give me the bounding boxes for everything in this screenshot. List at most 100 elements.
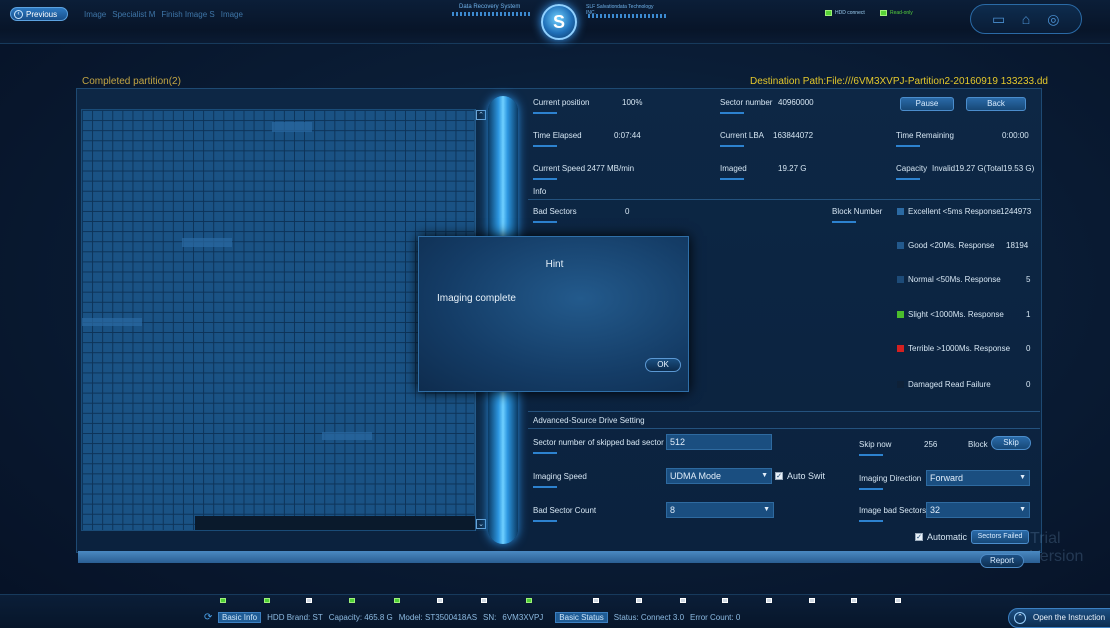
port-led-icon	[636, 598, 642, 603]
imaging-speed-value: UDMA Mode	[670, 471, 722, 481]
trial-version-watermark: Trial Version	[1030, 530, 1084, 565]
skip-button[interactable]: Skip	[991, 436, 1031, 450]
divider	[528, 199, 1040, 200]
pause-button[interactable]: Pause	[900, 97, 954, 111]
imaging-direction-label: Imaging Direction	[859, 474, 922, 483]
sn-label: SN:	[483, 613, 497, 622]
automatic-checkbox[interactable]: ✓	[915, 533, 923, 541]
open-instruction-button[interactable]: ⌃ Open the Instruction	[1008, 608, 1110, 628]
legend-good-label: Good <20Ms. Response	[908, 241, 995, 250]
legend-good-value: 18194	[1006, 241, 1029, 250]
scroll-up-icon[interactable]: ⌃	[476, 110, 486, 120]
underline	[832, 221, 856, 223]
advanced-settings-title: Advanced-Source Drive Setting	[533, 416, 645, 425]
skip-now-label: Skip now	[859, 440, 892, 449]
bad-sector-count-label: Bad Sector Count	[533, 506, 597, 515]
crumb-specialist[interactable]: Specialist M	[112, 10, 155, 19]
imaging-speed-select[interactable]: UDMA Mode ▼	[666, 468, 772, 484]
refresh-icon[interactable]: ⟳	[204, 612, 212, 623]
hdd-capacity: Capacity: 465.8 G	[328, 613, 393, 622]
hdd-connect-label: HDD connect	[835, 10, 865, 16]
basic-status-tag[interactable]: Basic Status	[555, 612, 608, 623]
port-led-icon	[766, 598, 772, 603]
auto-switch-checkbox[interactable]: ✓	[775, 472, 783, 480]
connect-status: Status: Connect 3.0	[613, 613, 685, 622]
hdd-connect-indicator: HDD connect	[825, 10, 865, 16]
underline	[896, 178, 920, 180]
legend-normal-swatch	[897, 276, 904, 283]
underline	[533, 452, 557, 454]
hdd-model: Model: ST3500418AS	[398, 613, 478, 622]
image-bad-sectors-value: 32	[930, 505, 941, 515]
hdd-brand: HDD Brand: ST	[267, 613, 323, 622]
current-speed-value: 2477 MB/min	[587, 164, 635, 173]
bad-sector-count-select[interactable]: 8 ▼	[666, 502, 774, 518]
back-arrow-icon: ‹	[14, 9, 23, 19]
company-line: SLF Salvationdata Technology	[586, 4, 654, 10]
sector-number-label: Sector number	[720, 98, 773, 107]
skip-now-value[interactable]: 256	[924, 440, 937, 449]
underline	[533, 178, 557, 180]
hdd-connect-led-icon	[825, 10, 832, 16]
sector-highlight	[272, 122, 312, 132]
chevron-down-icon: ▼	[1019, 474, 1026, 481]
basic-info-tag[interactable]: Basic Info	[218, 612, 262, 623]
report-button[interactable]: Report	[980, 554, 1024, 568]
underline	[896, 145, 920, 147]
crumb-image-2[interactable]: Image	[221, 10, 243, 19]
skipped-bad-sector-label: Sector number of skipped bad sector	[533, 438, 664, 447]
legend-excellent-label: Excellent <5ms Response	[908, 207, 1001, 216]
read-only-label: Read-only	[890, 10, 913, 16]
app-logo: S	[541, 4, 577, 40]
current-speed-label: Current Speed	[533, 164, 586, 173]
underline	[859, 520, 883, 522]
crumb-finish-image[interactable]: Finish Image S	[161, 10, 214, 19]
home-icon[interactable]: ⌂	[1016, 9, 1036, 29]
bad-sector-count-value: 8	[670, 505, 676, 515]
underline	[859, 488, 883, 490]
settings-icon[interactable]: ◎	[1043, 9, 1063, 29]
info-label: Info	[533, 187, 547, 196]
overall-progress-bar	[78, 551, 1040, 563]
sectors-failed-button[interactable]: Sectors Failed	[971, 530, 1029, 544]
previous-button[interactable]: ‹ Previous	[10, 7, 68, 21]
scroll-down-icon[interactable]: ⌄	[476, 519, 486, 529]
current-position-value: 100%	[622, 98, 643, 107]
legend-damaged-value: 0	[1026, 380, 1031, 389]
hint-ok-button[interactable]: OK	[645, 358, 681, 372]
legend-slight-value: 1	[1026, 310, 1031, 319]
chevron-up-icon: ⌃	[1014, 612, 1026, 624]
port-led-icon	[809, 598, 815, 603]
port-led-icon	[851, 598, 857, 603]
bad-sectors-value: 0	[625, 207, 630, 216]
monitor-icon[interactable]: ▭	[989, 9, 1009, 29]
legend-damaged-swatch	[897, 381, 904, 388]
automatic-label: Automatic	[927, 532, 968, 542]
sn-value: 6VM3XVPJ	[502, 613, 544, 622]
skipped-bad-sector-field[interactable]: 512	[666, 434, 772, 450]
imaging-speed-label: Imaging Speed	[533, 472, 587, 481]
underline	[720, 112, 744, 114]
sector-highlight	[322, 432, 372, 440]
block-number-label: Block Number	[832, 207, 883, 216]
sector-number-value: 40960000	[778, 98, 814, 107]
error-count: Error Count: 0	[690, 613, 741, 622]
crumb-image[interactable]: Image	[84, 10, 106, 19]
read-only-indicator: Read-only	[880, 10, 913, 16]
image-bad-sectors-select[interactable]: 32 ▼	[926, 502, 1030, 518]
imaging-direction-select[interactable]: Forward ▼	[926, 470, 1030, 486]
port-led-icon	[722, 598, 728, 603]
open-instruction-label: Open the Instruction	[1033, 613, 1106, 622]
chevron-down-icon: ▼	[763, 506, 770, 513]
time-elapsed-value: 0:07:44	[614, 131, 641, 140]
hint-message: Imaging complete	[437, 293, 516, 304]
destination-path: Destination Path:File:///6VM3XVPJ-Partit…	[750, 76, 1048, 87]
back-button[interactable]: Back	[966, 97, 1026, 111]
underline	[533, 145, 557, 147]
image-bad-sectors-label: Image bad Sectors	[859, 506, 927, 515]
completed-partition-label: Completed partition(2)	[82, 76, 181, 87]
legend-terrible-label: Terrible >1000Ms. Response	[908, 344, 1011, 353]
breadcrumb: Image Specialist M Finish Image S Image	[84, 10, 243, 19]
port-led-icon	[680, 598, 686, 603]
hint-dialog: Hint Imaging complete OK	[418, 236, 689, 392]
